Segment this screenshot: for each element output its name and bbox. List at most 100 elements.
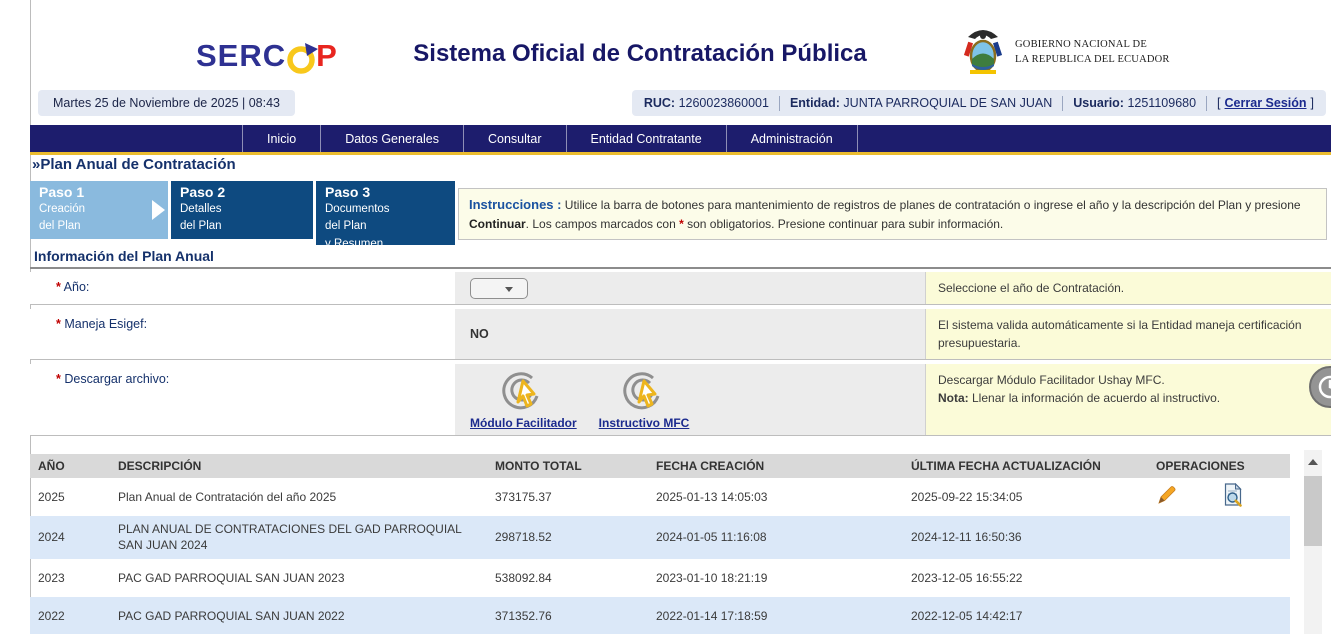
descargar-label: Descargar archivo: [64,372,169,386]
col-descripcion: DESCRIPCIÓN [110,454,487,478]
cell-monto: 538092.84 [487,559,648,597]
step-2-detalles[interactable]: Paso 2 Detalles del Plan [171,181,313,239]
sercop-logo-text: SERC [196,38,286,74]
entidad-label: Entidad: [790,96,840,110]
chevron-up-icon [1308,459,1318,465]
cell-year: 2024 [30,516,110,558]
esigef-hint: El sistema valida automáticamente si la … [925,309,1331,359]
main-nav: Inicio Datos Generales Consultar Entidad… [30,125,1331,152]
instructivo-mfc-link[interactable]: Instructivo MFC [599,416,690,430]
nav-item-entidad-contratante[interactable]: Entidad Contratante [566,125,726,152]
cell-operations [1156,489,1244,503]
cell-description: PAC GAD PARROQUIAL SAN JUAN 2022 [110,597,487,634]
modulo-facilitador-download[interactable]: Módulo Facilitador [470,372,577,430]
cell-ultima-fecha: 2023-12-05 16:55:22 [903,559,1148,597]
cell-fecha-creacion: 2024-01-05 11:16:08 [648,516,903,558]
nav-item-datos-generales[interactable]: Datos Generales [320,125,463,152]
nav-accent-line [30,152,1331,155]
sercop-logo: SERC P [196,36,338,76]
ecuador-coat-of-arms-icon [960,26,1006,78]
bracket: ] [1311,96,1314,110]
sercop-swirl-icon [285,40,318,76]
logout-link[interactable]: Cerrar Sesión [1225,96,1307,110]
app-window: SERC P Sistema Oficial de Contratación P… [0,0,1331,634]
form-row-descargar: * Descargar archivo: Módulo Facilitador [30,364,1331,436]
ano-label: Año: [64,280,90,294]
cell-fecha-creacion: 2025-01-13 14:05:03 [648,478,903,516]
cell-monto: 298718.52 [487,516,648,558]
cell-monto: 373175.37 [487,478,648,516]
form-row-ano: * Año: Seleccione el año de Contratación… [30,272,1331,305]
separator [779,96,780,111]
cell-monto: 371352.76 [487,597,648,634]
scrollbar-up-button[interactable] [1304,450,1322,474]
required-star: * [56,372,61,386]
col-operaciones: OPERACIONES [1148,454,1290,478]
cell-fecha-creacion: 2023-01-10 18:21:19 [648,559,903,597]
cell-description: PLAN ANUAL DE CONTRATACIONES DEL GAD PAR… [110,516,487,558]
session-bar: RUC: 1260023860001 Entidad: JUNTA PARROQ… [632,90,1326,116]
plan-form: * Año: Seleccione el año de Contratación… [30,272,1331,440]
table-row: 2022 PAC GAD PARROQUIAL SAN JUAN 2022 37… [30,597,1290,634]
cell-ultima-fecha: 2024-12-11 16:50:36 [903,516,1148,558]
document-search-icon [1223,483,1244,507]
nav-item-consultar[interactable]: Consultar [463,125,566,152]
pac-table: AÑO DESCRIPCIÓN MONTO TOTAL FECHA CREACI… [30,454,1290,634]
pac-table-body: 2025 Plan Anual de Contratación del año … [30,478,1290,634]
table-row: 2025 Plan Anual de Contratación del año … [30,478,1290,516]
instructivo-mfc-download[interactable]: Instructivo MFC [599,372,690,430]
ruc-value: 1260023860001 [679,96,769,110]
ano-select[interactable] [470,278,528,299]
required-star: * [56,280,61,294]
sercop-logo-text-p: P [316,38,338,74]
scrollbar-thumb[interactable] [1304,476,1322,546]
descargar-hint: Descargar Módulo Facilitador Ushay MFC. … [925,364,1331,435]
col-fecha-creacion: FECHA CREACIÓN [648,454,903,478]
table-scrollbar [1304,450,1322,634]
nav-item-inicio[interactable]: Inicio [242,125,320,152]
separator [1062,96,1063,111]
page-title: »Plan Anual de Contratación [32,156,236,173]
clock-icon [1316,373,1331,401]
section-title: Información del Plan Anual [30,248,1331,269]
cell-fecha-creacion: 2022-01-14 17:18:59 [648,597,903,634]
table-row: 2023 PAC GAD PARROQUIAL SAN JUAN 2023 53… [30,559,1290,597]
ano-hint: Seleccione el año de Contratación. [925,272,1331,304]
edit-plan-button[interactable] [1156,484,1178,510]
required-star: * [56,317,61,331]
datetime-display: Martes 25 de Noviembre de 2025 | 08:43 [38,90,295,116]
cell-description: PAC GAD PARROQUIAL SAN JUAN 2023 [110,559,487,597]
col-ultima-fecha: ÚLTIMA FECHA ACTUALIZACIÓN [903,454,1148,478]
click-cursor-icon [501,372,545,414]
usuario-label: Usuario: [1073,96,1124,110]
form-row-esigef: * Maneja Esigef: NO El sistema valida au… [30,309,1331,360]
entidad-value: JUNTA PARROQUIAL DE SAN JUAN [843,96,1052,110]
table-header-row: AÑO DESCRIPCIÓN MONTO TOTAL FECHA CREACI… [30,454,1290,478]
esigef-value: NO [470,327,489,341]
table-row: 2024 PLAN ANUAL DE CONTRATACIONES DEL GA… [30,516,1290,558]
view-plan-button[interactable] [1223,483,1244,511]
ruc-label: RUC: [644,96,675,110]
step-1-creacion[interactable]: Paso 1 Creación del Plan [30,181,168,239]
instructions-box: Instrucciones : Utilice la barra de boto… [458,188,1327,240]
nav-item-administracion[interactable]: Administración [726,125,858,152]
esigef-label: Maneja Esigef: [64,317,147,331]
government-text: GOBIERNO NACIONAL DE LA REPUBLICA DEL EC… [1015,37,1170,67]
click-cursor-icon [622,372,666,414]
cell-year: 2025 [30,478,110,516]
usuario-value: 1251109680 [1127,96,1196,110]
step-arrow-icon [152,200,165,220]
modulo-facilitador-link[interactable]: Módulo Facilitador [470,416,577,430]
nota-label: Nota: [938,391,969,405]
government-brand: GOBIERNO NACIONAL DE LA REPUBLICA DEL EC… [960,26,1170,78]
cell-year: 2023 [30,559,110,597]
col-ano: AÑO [30,454,110,478]
cell-year: 2022 [30,597,110,634]
cell-ultima-fecha: 2022-12-05 14:42:17 [903,597,1148,634]
system-title: Sistema Oficial de Contratación Pública [370,40,910,68]
cell-ultima-fecha: 2025-09-22 15:34:05 [903,478,1148,516]
step-3-documentos[interactable]: Paso 3 Documentos del Plan y Resumen [316,181,455,245]
col-monto-total: MONTO TOTAL [487,454,648,478]
cell-description: Plan Anual de Contratación del año 2025 [110,478,487,516]
instructions-label: Instrucciones : [469,197,561,212]
